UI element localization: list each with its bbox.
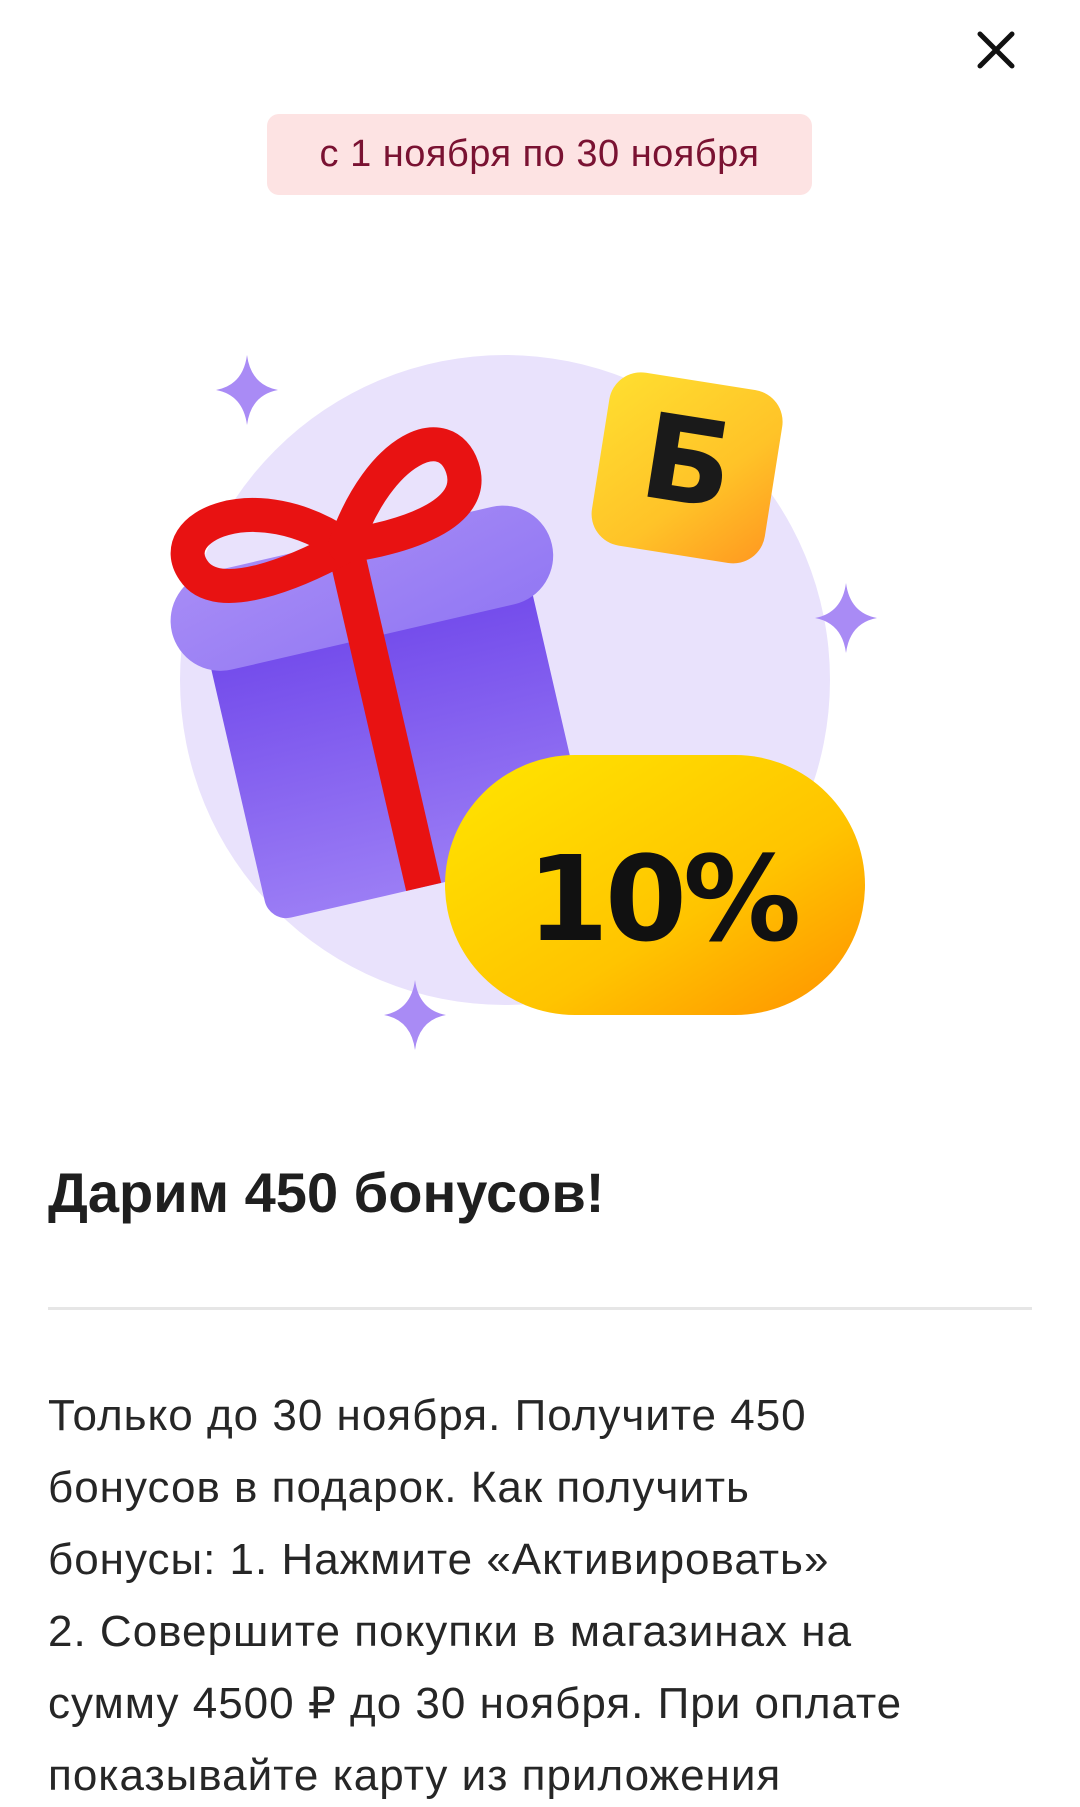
description-line: бонусы: 1. Нажмите «Активировать» (48, 1535, 830, 1584)
description-line: 2. Совершите покупки в магазинах на (48, 1607, 853, 1656)
date-range-text: с 1 ноября по 30 ноября (319, 133, 760, 175)
promo-title: Дарим 450 бонусов! (48, 1161, 605, 1224)
close-button[interactable] (966, 20, 1026, 80)
promo-illustration: Б 10% (160, 330, 920, 1070)
date-range-badge: с 1 ноября по 30 ноября (267, 114, 812, 195)
description-line: Только до 30 ноября. Получите 450 (48, 1391, 807, 1440)
discount-text: 10% (527, 830, 798, 968)
description-line: бонусов в подарок. Как получить (48, 1463, 750, 1512)
promo-description: Только до 30 ноября. Получите 450 бонусо… (48, 1380, 1038, 1807)
discount-badge: 10% (445, 755, 865, 1015)
close-icon (977, 31, 1015, 69)
divider (48, 1307, 1032, 1310)
description-line: сумму 4500 ₽ до 30 ноября. При оплате (48, 1679, 903, 1728)
bonus-coin-icon: Б (591, 372, 783, 564)
promo-sheet: с 1 ноября по 30 ноября Б 10% Дарим 450 … (0, 0, 1080, 1807)
description-line: показывайте карту из приложения (48, 1751, 782, 1800)
sparkle-icon (216, 355, 278, 425)
